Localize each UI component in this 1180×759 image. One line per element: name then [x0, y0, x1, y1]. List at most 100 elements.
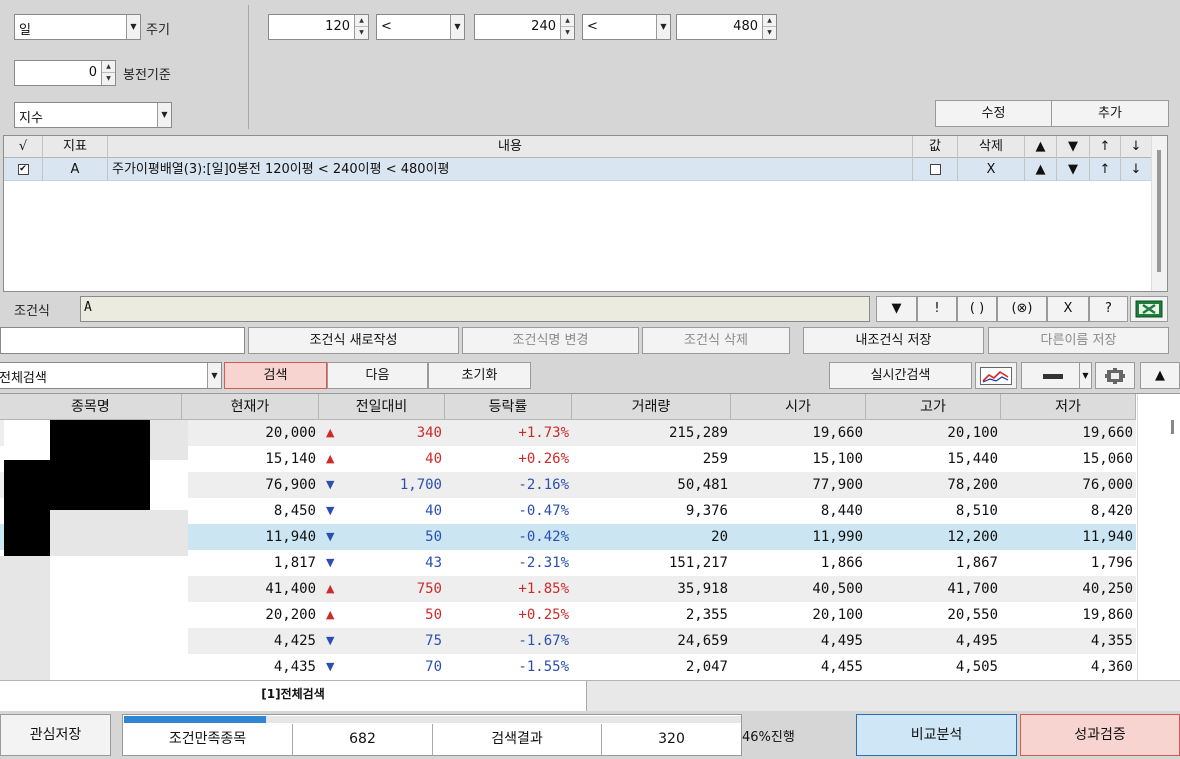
formula-xor-button[interactable]: (⊗)	[997, 296, 1047, 322]
col-low[interactable]: 저가	[1001, 394, 1136, 420]
realtime-search-button[interactable]: 실시간검색	[829, 362, 972, 389]
save-as-button[interactable]: 다른이름 저장	[988, 327, 1169, 354]
chevron-down-icon[interactable]: ▼	[126, 15, 140, 39]
condition-scrollbar[interactable]	[1151, 136, 1167, 291]
collapse-up-button[interactable]: ▲	[1140, 362, 1180, 389]
col-price[interactable]: 현재가	[182, 394, 319, 420]
change-cell: 50	[425, 529, 442, 545]
performance-verify-button[interactable]: 성과검증	[1020, 714, 1180, 756]
bar-offset-stepper[interactable]: 0 ▲ ▼	[14, 60, 116, 86]
chevron-down-icon[interactable]: ▼	[207, 363, 221, 388]
chevron-down-icon[interactable]: ▼	[1079, 363, 1091, 388]
tab-all-search[interactable]: [1]전체검색	[0, 681, 587, 711]
line-style-select[interactable]: ▼	[1021, 362, 1092, 389]
type-select[interactable]: 지수 ▼	[14, 102, 172, 128]
scrollbar-thumb[interactable]	[1157, 150, 1161, 272]
delete-condition-button[interactable]: 조건식 삭제	[642, 327, 790, 354]
chevron-down-icon[interactable]: ▼	[157, 103, 171, 127]
ma1-stepper[interactable]: 120 ▲ ▼	[268, 14, 369, 40]
stepper-arrows-icon[interactable]: ▲ ▼	[101, 61, 115, 85]
direction-icon: ▼	[326, 634, 335, 647]
line-style-icon	[1043, 374, 1063, 379]
chevron-down-icon[interactable]: ▼	[656, 15, 670, 39]
modify-button[interactable]: 수정	[935, 100, 1052, 127]
row-move-down-button[interactable]: ▼	[1057, 158, 1090, 181]
ma2-stepper[interactable]: 240 ▲ ▼	[474, 14, 575, 40]
price-cell: 1,817	[273, 555, 316, 571]
col-volume[interactable]: 거래량	[572, 394, 731, 420]
open-cell: 4,455	[820, 659, 863, 675]
compare-analysis-button[interactable]: 비교분석	[856, 714, 1017, 756]
excel-icon	[1135, 300, 1163, 318]
col-move-down[interactable]: ▼	[1057, 136, 1090, 158]
open-cell: 15,100	[812, 451, 863, 467]
row-move-up-button[interactable]: ▲	[1025, 158, 1057, 181]
price-cell: 4,425	[273, 633, 316, 649]
col-rate[interactable]: 등락률	[445, 394, 572, 420]
formula-delete-button[interactable]: X	[1047, 296, 1089, 322]
volume-cell: 259	[702, 451, 728, 467]
op1-select[interactable]: < ▼	[376, 14, 465, 40]
row-move-bottom-button[interactable]: ↓	[1121, 158, 1152, 181]
grid-scrollbar[interactable]	[1137, 394, 1180, 680]
save-condition-button[interactable]: 내조건식 저장	[803, 327, 984, 354]
formula-input[interactable]: A	[80, 296, 870, 322]
col-move-up[interactable]: ▲	[1025, 136, 1057, 158]
rename-condition-button[interactable]: 조건식명 변경	[462, 327, 639, 354]
volume-cell: 35,918	[677, 581, 728, 597]
open-cell: 40,500	[812, 581, 863, 597]
condition-name-input[interactable]	[0, 327, 245, 354]
col-open[interactable]: 시가	[731, 394, 866, 420]
condition-table: √ 지표 내용 값 삭제 ▲ ▼ ↑ ↓ ✔ A 주가이평배열(3):[일]0봉…	[3, 135, 1168, 292]
col-move-bottom[interactable]: ↓	[1121, 136, 1152, 158]
stepper-arrows-icon[interactable]: ▲ ▼	[560, 15, 574, 39]
chart-button[interactable]	[975, 362, 1017, 389]
stepper-arrows-icon[interactable]: ▲ ▼	[354, 15, 368, 39]
save-interest-button[interactable]: 관심저장	[0, 714, 111, 756]
col-move-top[interactable]: ↑	[1090, 136, 1121, 158]
low-cell: 19,860	[1082, 607, 1133, 623]
row-move-top-button[interactable]: ↑	[1090, 158, 1121, 181]
add-button[interactable]: 추가	[1051, 100, 1169, 127]
high-cell: 12,200	[947, 529, 998, 545]
row-value-checkbox[interactable]	[913, 158, 958, 181]
redacted-names	[0, 420, 188, 680]
period-value: 일	[19, 23, 31, 38]
change-cell: 70	[425, 659, 442, 675]
settings-button[interactable]	[1095, 362, 1135, 389]
col-high[interactable]: 고가	[866, 394, 1001, 420]
volume-cell: 215,289	[668, 425, 728, 441]
op2-select[interactable]: < ▼	[582, 14, 671, 40]
formula-dropdown-button[interactable]: ▼	[876, 296, 917, 322]
search-button[interactable]: 검색	[224, 362, 327, 389]
price-cell: 8,450	[273, 503, 316, 519]
checkbox-checked-icon[interactable]: ✔	[17, 164, 29, 175]
gear-icon	[1105, 368, 1125, 384]
formula-not-button[interactable]: !	[917, 296, 957, 322]
tab-all-search-label: [1]전체검색	[261, 687, 325, 701]
formula-paren-button[interactable]: ( )	[957, 296, 997, 322]
period-select[interactable]: 일 ▼	[14, 14, 141, 40]
reset-button[interactable]: 초기화	[428, 362, 531, 389]
row-checkbox[interactable]: ✔	[4, 158, 43, 181]
new-condition-button[interactable]: 조건식 새로작성	[248, 327, 459, 354]
condition-table-header: √ 지표 내용 값 삭제 ▲ ▼ ↑ ↓	[4, 136, 1152, 158]
stepper-arrows-icon[interactable]: ▲ ▼	[762, 15, 776, 39]
formula-help-button[interactable]: ?	[1089, 296, 1128, 322]
price-cell: 11,940	[265, 529, 316, 545]
row-delete-button[interactable]: X	[958, 158, 1025, 181]
condition-row[interactable]: ✔ A 주가이평배열(3):[일]0봉전 120이평 < 240이평 < 480…	[4, 158, 1152, 181]
change-cell: 1,700	[399, 477, 442, 493]
excel-export-button[interactable]	[1130, 296, 1168, 322]
col-change[interactable]: 전일대비	[319, 394, 445, 420]
direction-icon: ▲	[326, 582, 335, 595]
checkbox-empty-icon[interactable]	[929, 164, 941, 175]
scrollbar-thumb[interactable]	[1171, 420, 1174, 434]
search-scope-select[interactable]: 전체검색 ▼	[0, 362, 222, 389]
col-stock-name[interactable]: 종목명	[0, 394, 182, 420]
next-button[interactable]: 다음	[327, 362, 428, 389]
redaction-block	[150, 420, 188, 460]
chevron-down-icon[interactable]: ▼	[450, 15, 464, 39]
direction-icon: ▼	[326, 530, 335, 543]
ma3-stepper[interactable]: 480 ▲ ▼	[676, 14, 777, 40]
